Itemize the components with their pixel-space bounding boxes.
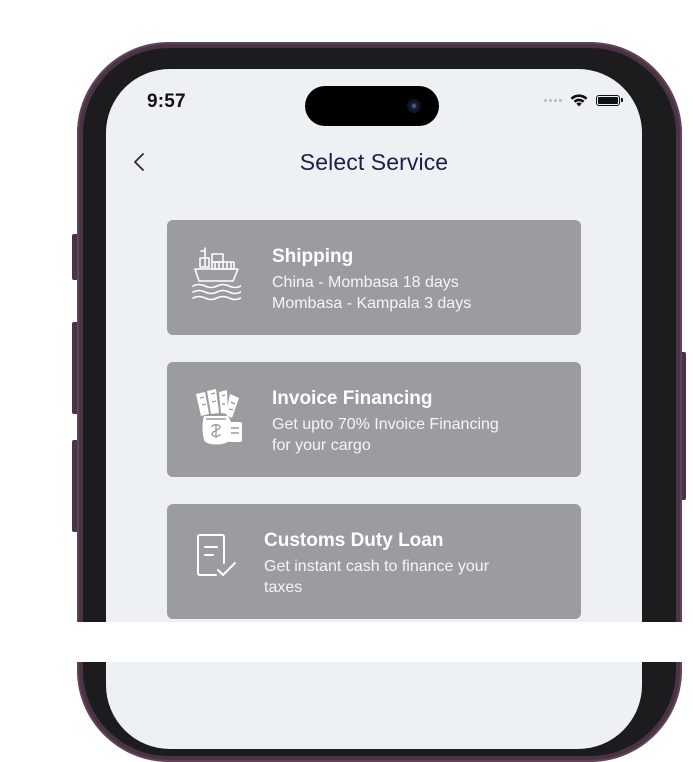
service-title: Customs Duty Loan [264, 530, 444, 551]
service-description-line: Mombasa - Kampala 3 days [272, 295, 472, 312]
checklist-icon [197, 534, 236, 576]
service-description-line: Get instant cash to finance your [264, 558, 490, 575]
front-camera [407, 99, 421, 113]
dynamic-island [305, 86, 439, 126]
page-title: Select Service [299, 149, 449, 175]
service-title: Shipping [272, 246, 354, 267]
battery-icon [596, 94, 623, 106]
service-description-line: for your cargo [272, 437, 371, 454]
money-bag-icon [196, 389, 242, 445]
wifi-icon [570, 94, 588, 107]
status-indicators [544, 93, 623, 107]
status-time: 9:57 [147, 91, 186, 112]
service-card-shipping[interactable]: Shipping China - Mombasa 18 days Mombasa… [167, 220, 581, 335]
service-description-line: taxes [264, 579, 303, 596]
service-card-invoice-financing[interactable]: Invoice Financing Get upto 70% Invoice F… [167, 362, 581, 477]
ship-icon [192, 247, 241, 301]
service-title: Invoice Financing [272, 388, 433, 409]
service-card-customs-duty-loan[interactable]: Customs Duty Loan Get instant cash to fi… [167, 504, 581, 619]
service-description-line: Get upto 70% Invoice Financing [272, 416, 499, 433]
image-crop-edge [0, 622, 693, 662]
cellular-signal-icon [544, 98, 562, 102]
service-description-line: China - Mombasa 18 days [272, 274, 459, 291]
